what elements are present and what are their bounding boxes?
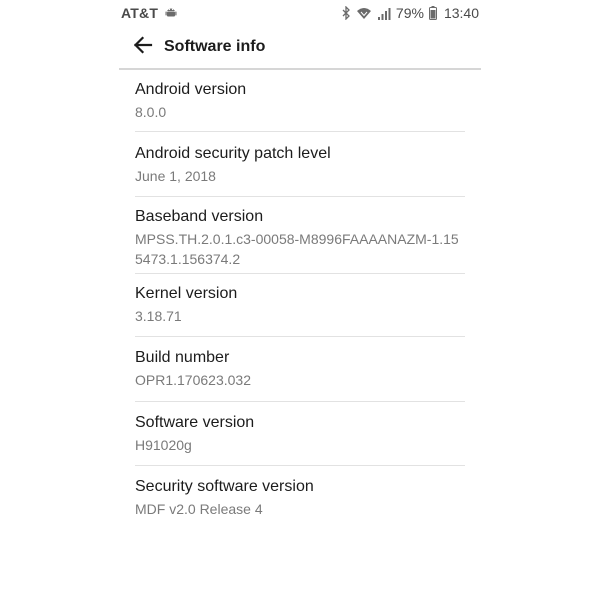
list-item-title: Software version	[135, 414, 255, 431]
software-info-screen: AT&T 79% 13:40 Software info Android ver…	[0, 0, 600, 600]
list-item-value: MDF v2.0 Release 4	[135, 501, 263, 517]
list-item-value: H91020g	[135, 437, 192, 453]
back-button[interactable]	[131, 35, 155, 59]
list-item-software-version[interactable]: Software version H91020g	[135, 402, 465, 466]
list-item-value: 8.0.0	[135, 104, 167, 120]
list-item-value: 3.18.71	[135, 308, 182, 324]
list-item-build-number[interactable]: Build number OPR1.170623.032	[135, 337, 465, 402]
list-item-value: June 1, 2018	[135, 168, 216, 184]
status-bar: AT&T 79% 13:40	[121, 0, 479, 26]
wifi-icon	[356, 7, 372, 20]
list-item-android-version[interactable]: Android version 8.0.0	[135, 70, 465, 132]
status-right: 79% 13:40	[341, 5, 479, 21]
battery-percent: 79%	[395, 5, 424, 21]
arrow-back-icon	[133, 35, 153, 59]
list-item-kernel-version[interactable]: Kernel version 3.18.71	[135, 274, 465, 337]
bluetooth-icon	[341, 6, 351, 20]
list-item-value: OPR1.170623.032	[135, 372, 251, 388]
list-item-value: MPSS.TH.2.0.1.c3-00058-M8996FAAAANAZM-1.…	[135, 231, 459, 267]
list-item-baseband-version[interactable]: Baseband version MPSS.TH.2.0.1.c3-00058-…	[135, 197, 465, 274]
battery-icon	[428, 6, 437, 20]
status-clock: 13:40	[443, 5, 479, 21]
list-item-security-software-version[interactable]: Security software version MDF v2.0 Relea…	[135, 466, 465, 532]
list-item-title: Android security patch level	[135, 145, 331, 162]
software-info-list: Android version 8.0.0 Android security p…	[135, 70, 465, 532]
page-title: Software info	[164, 38, 266, 55]
list-item-security-patch-level[interactable]: Android security patch level June 1, 201…	[135, 132, 465, 197]
list-item-title: Baseband version	[135, 208, 264, 225]
carrier-label: AT&T	[121, 5, 159, 21]
list-item-title: Android version	[135, 81, 247, 98]
list-item-title: Build number	[135, 349, 230, 366]
list-item-title: Security software version	[135, 478, 314, 495]
signal-icon	[377, 7, 391, 20]
android-icon	[164, 5, 178, 22]
list-item-title: Kernel version	[135, 285, 238, 302]
status-left: AT&T	[121, 5, 178, 22]
app-bar: Software info	[121, 26, 479, 68]
